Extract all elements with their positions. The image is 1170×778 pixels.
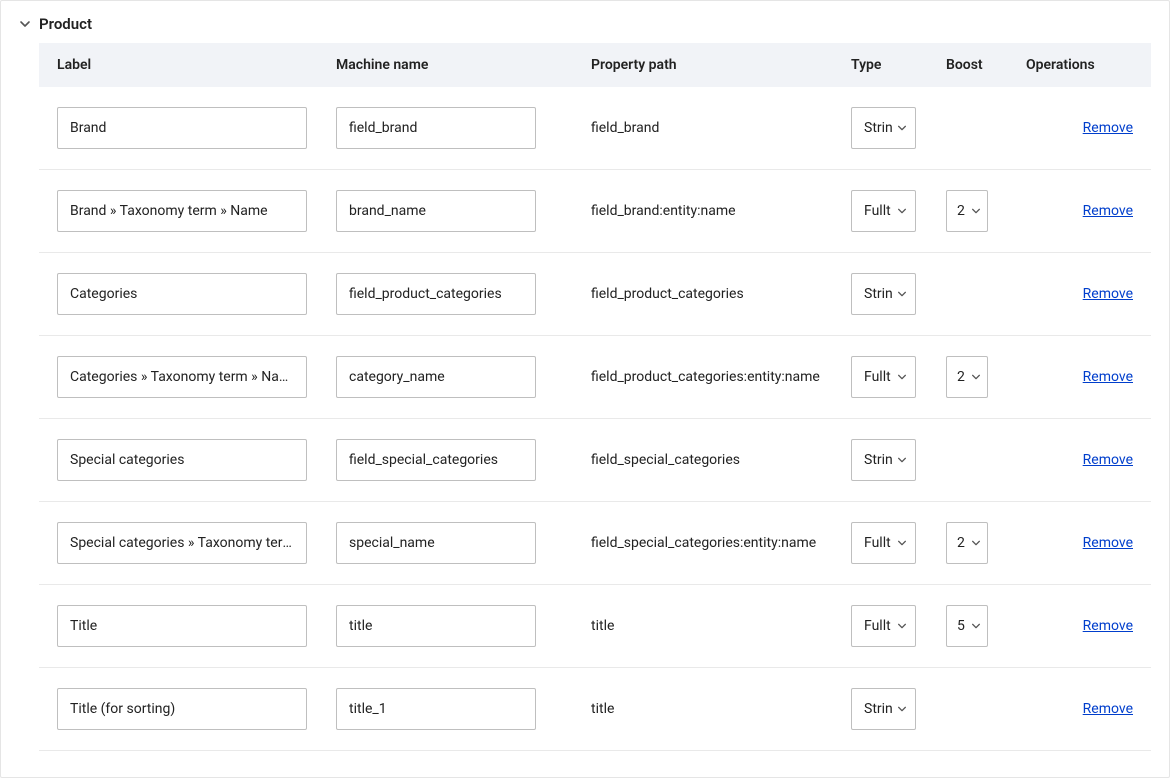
remove-link[interactable]: Remove [1083,701,1133,717]
boost-select[interactable]: 2 [946,190,988,232]
type-select[interactable]: Strin [851,107,916,149]
chevron-down-icon [19,18,31,30]
chevron-down-icon [897,123,907,133]
chevron-down-icon [971,206,981,216]
chevron-down-icon [971,372,981,382]
type-select-value: Strin [864,286,893,302]
label-input[interactable] [57,356,307,398]
label-input[interactable] [57,605,307,647]
machine-name-input[interactable] [336,439,536,481]
table-row: title Fullt 5 Remove [39,585,1151,668]
label-input[interactable] [57,522,307,564]
col-header-ops: Operations [1014,43,1151,87]
type-select[interactable]: Fullt [851,522,916,564]
type-select[interactable]: Strin [851,439,916,481]
col-header-machine: Machine name [324,43,579,87]
chevron-down-icon [897,206,907,216]
label-input[interactable] [57,190,307,232]
label-input[interactable] [57,439,307,481]
chevron-down-icon [897,289,907,299]
property-path: field_product_categories:entity:name [591,369,820,385]
table-header-row: Label Machine name Property path Type Bo… [39,43,1151,87]
type-select-value: Fullt [864,369,891,385]
type-select[interactable]: Strin [851,273,916,315]
type-select[interactable]: Fullt [851,605,916,647]
boost-select-value: 2 [957,535,965,551]
machine-name-input[interactable] [336,273,536,315]
boost-select[interactable]: 5 [946,605,988,647]
table-row: title Strin Remove [39,668,1151,751]
chevron-down-icon [897,455,907,465]
boost-select-value: 5 [957,618,965,634]
fields-table: Label Machine name Property path Type Bo… [39,43,1151,751]
boost-select-value: 2 [957,369,965,385]
machine-name-input[interactable] [336,688,536,730]
table-row: field_brand Strin Remove [39,87,1151,170]
type-select[interactable]: Fullt [851,356,916,398]
remove-link[interactable]: Remove [1083,286,1133,302]
chevron-down-icon [971,621,981,631]
table-row: field_product_categories:entity:name Full… [39,336,1151,419]
type-select-value: Fullt [864,618,891,634]
machine-name-input[interactable] [336,190,536,232]
type-select[interactable]: Fullt [851,190,916,232]
remove-link[interactable]: Remove [1083,618,1133,634]
table-row: field_special_categories Strin Remove [39,419,1151,502]
remove-link[interactable]: Remove [1083,452,1133,468]
type-select-value: Fullt [864,203,891,219]
label-input[interactable] [57,688,307,730]
machine-name-input[interactable] [336,522,536,564]
property-path: field_product_categories [591,286,744,302]
table-row: field_special_categories:entity:name Full… [39,502,1151,585]
col-header-type: Type [839,43,934,87]
property-path: field_special_categories [591,452,740,468]
property-path: field_special_categories:entity:name [591,535,816,551]
boost-select[interactable]: 2 [946,522,988,564]
property-path: field_brand [591,120,659,136]
machine-name-input[interactable] [336,107,536,149]
property-path: field_brand:entity:name [591,203,736,219]
type-select-value: Strin [864,120,893,136]
type-select[interactable]: Strin [851,688,916,730]
chevron-down-icon [897,372,907,382]
boost-select-value: 2 [957,203,965,219]
chevron-down-icon [897,704,907,714]
boost-select[interactable]: 2 [946,356,988,398]
label-input[interactable] [57,107,307,149]
col-header-path: Property path [579,43,839,87]
chevron-down-icon [897,538,907,548]
section-title: Product [39,15,92,33]
section-toggle[interactable]: Product [1,1,1169,43]
machine-name-input[interactable] [336,605,536,647]
type-select-value: Fullt [864,535,891,551]
remove-link[interactable]: Remove [1083,535,1133,551]
product-fields-panel: Product Label Machine name Property path… [0,0,1170,778]
property-path: title [591,618,614,634]
remove-link[interactable]: Remove [1083,369,1133,385]
remove-link[interactable]: Remove [1083,203,1133,219]
label-input[interactable] [57,273,307,315]
fields-table-wrap: Label Machine name Property path Type Bo… [1,43,1169,769]
table-row: field_brand:entity:name Fullt 2 Remove [39,170,1151,253]
machine-name-input[interactable] [336,356,536,398]
table-row: field_product_categories Strin Remove [39,253,1151,336]
property-path: title [591,701,614,717]
chevron-down-icon [897,621,907,631]
col-header-label: Label [39,43,324,87]
remove-link[interactable]: Remove [1083,120,1133,136]
type-select-value: Strin [864,452,893,468]
chevron-down-icon [971,538,981,548]
col-header-boost: Boost [934,43,1014,87]
type-select-value: Strin [864,701,893,717]
